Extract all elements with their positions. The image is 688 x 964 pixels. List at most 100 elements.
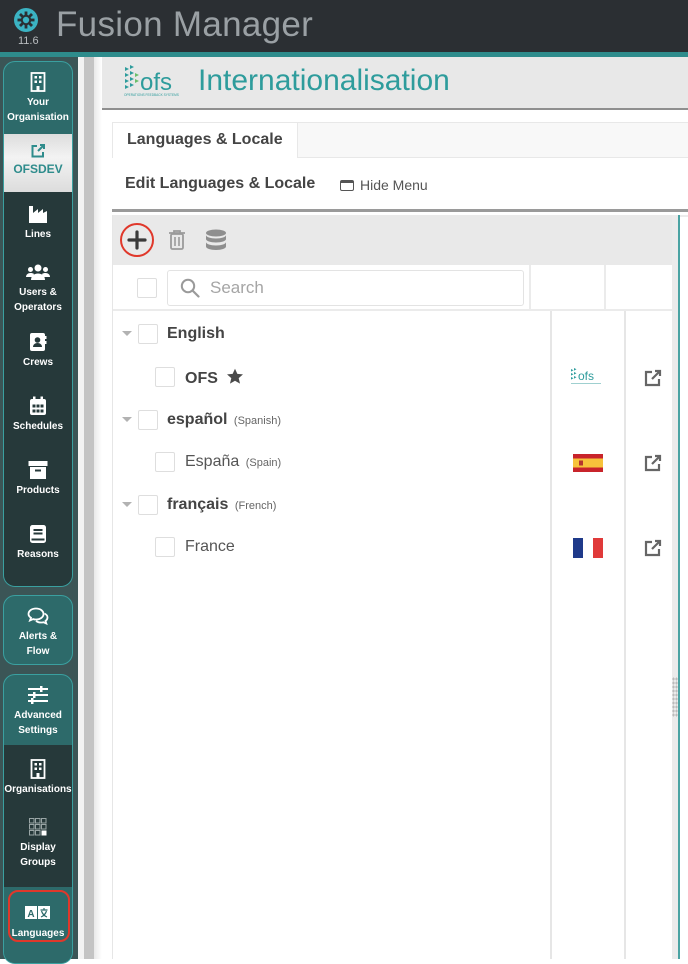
sidebar-item-alerts-flow[interactable]: Alerts & Flow: [4, 596, 72, 664]
open-external-icon[interactable]: [643, 453, 663, 473]
sidebar-item-crews[interactable]: Crews: [4, 320, 72, 384]
locale-label: España: [185, 453, 240, 470]
toolbar: [113, 215, 675, 265]
sidebar-item-display-groups[interactable]: Display Groups: [4, 811, 72, 887]
svg-text:OPERATIONS FEEDBACK SYSTEMS: OPERATIONS FEEDBACK SYSTEMS: [124, 93, 179, 97]
ofs-logo: ofs OPERATIONS FEEDBACK SYSTEMS: [124, 65, 179, 97]
sidebar-item-ofsdev[interactable]: OFSDEV: [4, 134, 72, 192]
hide-menu-button[interactable]: Hide Menu: [340, 177, 428, 193]
sidebar-item-label: Crews: [22, 357, 53, 368]
sidebar-item-products[interactable]: Products: [4, 448, 72, 512]
language-row-english[interactable]: English: [113, 313, 675, 355]
sidebar-item-label: Users &: [19, 287, 57, 298]
database-button[interactable]: [201, 225, 231, 255]
book-icon: [30, 525, 46, 543]
sidebar-item-label: Flow: [26, 646, 50, 657]
app-title: Fusion Manager: [56, 5, 314, 44]
factory-icon: [29, 206, 47, 223]
highlight-ring: [8, 890, 70, 942]
sidebar-item-label: Lines: [24, 229, 52, 240]
page-header: ofs OPERATIONS FEEDBACK SYSTEMS Internat…: [102, 57, 688, 110]
locale-row-spain[interactable]: España (Spain): [113, 441, 675, 483]
sidebar-item-label: Operators: [14, 302, 62, 313]
sidebar-item-label: Alerts &: [18, 631, 58, 642]
sidebar-item-label: Your: [26, 97, 50, 108]
collapse-caret-icon[interactable]: [122, 417, 132, 422]
building-icon: [30, 72, 46, 92]
sidebar-group-organisation: Your Organisation OFSDEV Lines Users & O…: [3, 61, 73, 587]
svg-text:ofs: ofs: [140, 69, 172, 96]
users-icon: [26, 264, 50, 280]
right-panel-edge: [672, 215, 688, 959]
sidebar-item-label: Advanced: [14, 710, 62, 721]
row-checkbox[interactable]: [138, 410, 158, 430]
chat-bubbles-icon: [27, 607, 49, 626]
main-content: Languages & Locale Edit Languages & Loca…: [102, 112, 688, 959]
open-external-icon[interactable]: [643, 368, 663, 388]
grid-icon: [29, 818, 47, 836]
spain-flag: [573, 454, 603, 472]
column-divider: [529, 265, 531, 309]
languages-panel: English OFS ofs: [112, 215, 675, 959]
language-name: English: [167, 325, 225, 342]
search-field[interactable]: [167, 270, 524, 306]
language-name: français (French): [167, 496, 276, 514]
svg-text:ofs: ofs: [578, 369, 594, 383]
language-tree: English OFS ofs español (Spanish) España…: [113, 311, 675, 959]
sidebar-group-advanced: Advanced Settings Organisations Display …: [3, 674, 73, 964]
section-title: Edit Languages & Locale: [125, 175, 316, 192]
sidebar-group-alerts: Alerts & Flow: [3, 595, 73, 665]
sidebar-item-lines[interactable]: Lines: [4, 192, 72, 254]
language-english-name: (Spanish): [233, 415, 281, 427]
collapse-caret-icon[interactable]: [122, 331, 132, 336]
trash-icon: [169, 230, 185, 250]
add-button[interactable]: [120, 223, 154, 257]
sidebar-item-schedules[interactable]: Schedules: [4, 384, 72, 448]
row-checkbox[interactable]: [138, 495, 158, 515]
row-checkbox[interactable]: [138, 324, 158, 344]
locale-english-name: (Spain): [245, 457, 282, 469]
select-all-checkbox[interactable]: [137, 278, 157, 298]
locale-name: España (Spain): [185, 453, 281, 471]
language-label: español: [167, 411, 228, 428]
locale-row-france[interactable]: France: [113, 526, 675, 568]
address-book-icon: [30, 333, 47, 351]
collapse-caret-icon[interactable]: [122, 502, 132, 507]
sidebar-item-reasons[interactable]: Reasons: [4, 512, 72, 586]
locale-name: France: [185, 538, 235, 556]
sidebar-item-label: Groups: [20, 857, 56, 868]
france-flag: [573, 538, 603, 558]
sidebar-item-label: Organisation: [7, 112, 69, 123]
page-title: Internationalisation: [198, 64, 450, 97]
plus-icon: [127, 230, 147, 250]
column-divider: [604, 265, 606, 309]
sidebar-item-label: Schedules: [12, 421, 64, 432]
tab-languages-locale[interactable]: Languages & Locale: [112, 122, 298, 158]
locale-row-ofs[interactable]: OFS ofs: [113, 356, 675, 398]
hide-menu-label: Hide Menu: [360, 177, 428, 193]
sidebar-item-your-organisation[interactable]: Your Organisation: [4, 62, 72, 134]
language-english-name: (French): [234, 500, 277, 512]
sidebar-item-advanced-settings[interactable]: Advanced Settings: [4, 675, 72, 745]
app-top-bar: 11.6 Fusion Manager: [0, 0, 688, 52]
panel-shadow: [94, 57, 102, 959]
locale-label: OFS: [185, 370, 218, 387]
open-external-icon[interactable]: [643, 538, 663, 558]
sidebar-item-organisations[interactable]: Organisations: [4, 745, 72, 811]
delete-button[interactable]: [162, 225, 192, 255]
sidebar-item-languages[interactable]: A Languages: [4, 887, 72, 963]
tab-bar: Languages & Locale: [112, 122, 688, 158]
row-checkbox[interactable]: [155, 452, 175, 472]
language-label: français: [167, 496, 229, 513]
row-checkbox[interactable]: [155, 367, 175, 387]
sidebar-item-users-operators[interactable]: Users & Operators: [4, 254, 72, 320]
search-icon: [180, 278, 200, 298]
row-checkbox[interactable]: [155, 537, 175, 557]
panel-splitter[interactable]: [84, 57, 94, 959]
language-row-french[interactable]: français (French): [113, 484, 675, 526]
locale-name: OFS: [185, 368, 244, 388]
language-row-spanish[interactable]: español (Spanish): [113, 399, 675, 441]
search-input[interactable]: [210, 278, 510, 298]
section-header: Edit Languages & Locale Hide Menu: [112, 158, 688, 212]
sidebar-item-label: Display: [20, 842, 56, 853]
